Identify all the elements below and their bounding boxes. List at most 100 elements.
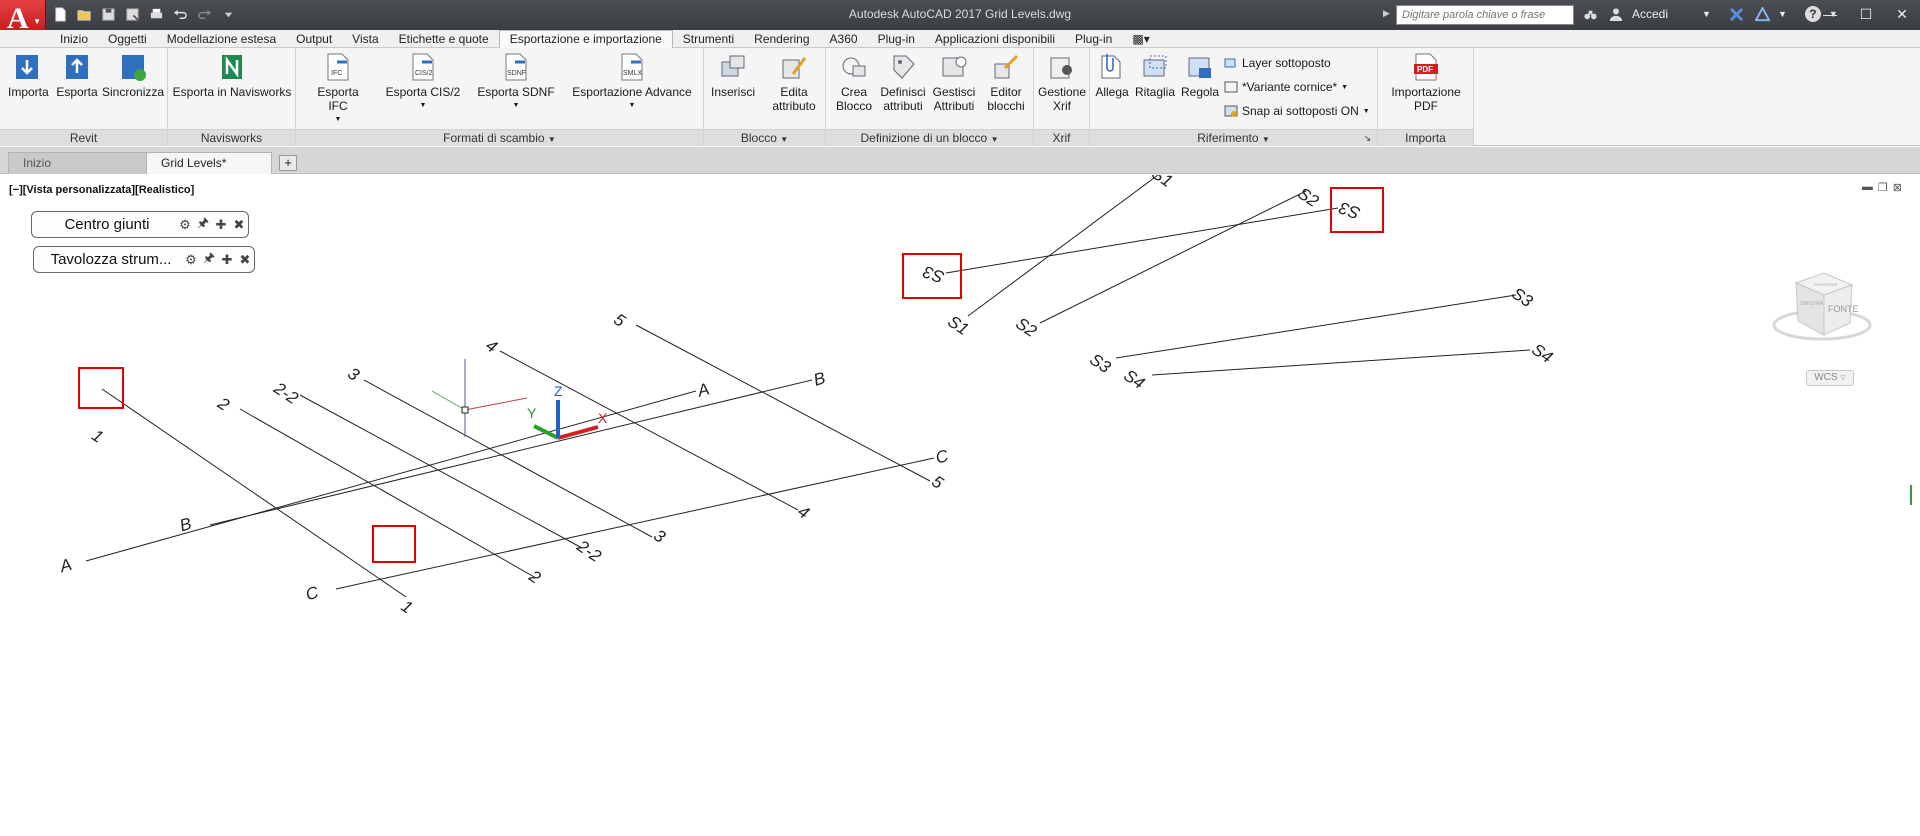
underlay-layers-button[interactable]: Layer sottoposto: [1224, 56, 1331, 70]
customize-icon[interactable]: [220, 6, 237, 23]
section-line-s4[interactable]: [1151, 349, 1531, 376]
tab-applicazioni-disponibili[interactable]: Applicazioni disponibili: [925, 31, 1065, 48]
define-attributes-button[interactable]: Definisci attributi: [880, 52, 926, 113]
maximize-icon[interactable]: ☐: [1848, 0, 1884, 28]
tab-vista[interactable]: Vista: [342, 31, 388, 48]
export-sdnf-button[interactable]: SDNF Esporta SDNF ▼: [476, 52, 556, 113]
search-input[interactable]: [1396, 5, 1574, 25]
pin-icon[interactable]: 🖈: [194, 215, 212, 234]
drawing-viewport[interactable]: X Y Z A A B B C C 1 1 2 2 2-2 2-2 3 3 4 …: [0, 175, 1920, 836]
viewport-minimize-icon[interactable]: ▬: [1862, 181, 1873, 194]
viewport-close-icon[interactable]: ⊠: [1893, 181, 1902, 194]
viewcube-front-label: FONTE: [1828, 304, 1859, 314]
frame-variant-dropdown[interactable]: *Variante cornice* ▼: [1224, 80, 1348, 94]
revit-import-button[interactable]: Importa: [8, 52, 49, 99]
wcs-menu[interactable]: WCS ▽: [1806, 370, 1854, 386]
manage-xref-button[interactable]: Gestione Xrif: [1036, 52, 1088, 113]
grid-line-3[interactable]: [363, 379, 653, 538]
create-block-button[interactable]: Crea Blocco: [832, 52, 876, 113]
insert-block-button[interactable]: Inserisci: [708, 52, 758, 99]
section-line-s3-upper[interactable]: [945, 207, 1339, 274]
section-line-s3-lower[interactable]: [1115, 294, 1517, 359]
tab-oggetti[interactable]: Oggetti: [98, 31, 157, 48]
manage-attributes-label-2: Attributi: [933, 99, 975, 113]
close-icon[interactable]: ✕: [1884, 0, 1920, 28]
new-icon[interactable]: [52, 6, 69, 23]
binoculars-icon[interactable]: [1580, 4, 1600, 24]
gear-icon[interactable]: ⚙: [176, 216, 194, 234]
undo-icon[interactable]: [172, 6, 189, 23]
minimize-icon[interactable]: —: [1812, 0, 1848, 28]
grid-label-2-start: 2: [213, 393, 233, 415]
new-tab-button[interactable]: +: [279, 155, 297, 171]
palette-centro-giunti-window[interactable]: Centro giunti ⚙ 🖈 ✚ ✖: [31, 211, 249, 238]
tab-esportazione-e-importazione[interactable]: Esportazione e importazione: [498, 30, 673, 48]
move-icon[interactable]: ✚: [218, 251, 236, 269]
tab-modellazione-estesa[interactable]: Modellazione estesa: [157, 31, 286, 48]
export-ifc-button[interactable]: IFC Esporta IFC ▼: [306, 52, 370, 127]
viewport-controls-label[interactable]: [−][Vista personalizzata][Realistico]: [9, 184, 194, 196]
panel-launcher-icon[interactable]: ↘: [1363, 130, 1371, 147]
grid-line-b[interactable]: [209, 379, 813, 526]
tab-inizio[interactable]: Inizio: [50, 31, 98, 48]
grid-line-1[interactable]: [101, 388, 407, 598]
grid-line-5[interactable]: [635, 324, 931, 482]
manage-attributes-button[interactable]: Gestisci Attributi: [930, 52, 978, 113]
export-advance-button[interactable]: SMLX Esportazione Advance ▼: [568, 52, 696, 113]
palette-tavolozza-strumenti-window[interactable]: Tavolozza strum... ⚙ 🖈 ✚ ✖: [33, 246, 255, 273]
tab-etichette-e-quote[interactable]: Etichette e quote: [389, 31, 499, 48]
grid-line-c[interactable]: [335, 457, 935, 590]
block-editor-button[interactable]: Editor blocchi: [982, 52, 1030, 113]
panel-title-definizione[interactable]: Definizione di un blocco ▼: [826, 129, 1033, 146]
pdf-import-button[interactable]: PDF Importazione PDF: [1384, 52, 1468, 113]
attach-button[interactable]: Allega: [1092, 52, 1132, 99]
clip-button[interactable]: Ritaglia: [1134, 52, 1176, 99]
section-line-s1[interactable]: [967, 175, 1159, 317]
user-icon[interactable]: [1606, 4, 1626, 24]
section-line-s2[interactable]: [1039, 190, 1307, 324]
gear-icon[interactable]: ⚙: [182, 251, 200, 269]
doc-tab-grid-levels[interactable]: Grid Levels* ✕: [146, 152, 272, 190]
pin-icon[interactable]: 🖈: [200, 250, 218, 269]
redo-icon[interactable]: [196, 6, 213, 23]
tab-plug-in-2[interactable]: Plug-in: [1065, 31, 1122, 48]
grid-line-2-2[interactable]: [299, 394, 583, 549]
panel-title-blocco[interactable]: Blocco ▼: [704, 129, 825, 146]
adjust-button[interactable]: Regola: [1178, 52, 1222, 99]
revit-export-label: Esporta: [56, 85, 98, 99]
panel-title-formati[interactable]: Formati di scambio ▼: [296, 129, 703, 146]
signin-dropdown-icon[interactable]: ▼: [1702, 9, 1714, 19]
a360-dropdown-icon[interactable]: ▼: [1778, 9, 1787, 19]
close-icon[interactable]: ✖: [236, 251, 254, 269]
create-block-label: Crea: [840, 85, 867, 99]
tab-rendering[interactable]: Rendering: [744, 31, 819, 48]
print-icon[interactable]: [148, 6, 165, 23]
a360-icon[interactable]: [1752, 4, 1772, 24]
grid-label-a-start: A: [57, 555, 74, 577]
save-icon[interactable]: [100, 6, 117, 23]
viewcube[interactable]: FONTE SINISTRA SUPERIORE: [1760, 245, 1880, 365]
ribbon-display-toggle-icon[interactable]: ▩▾: [1122, 31, 1159, 48]
panel-title-riferimento[interactable]: Riferimento ▼ ↘: [1090, 129, 1377, 146]
export-navisworks-button[interactable]: Esporta in Navisworks: [172, 52, 292, 99]
snap-underlays-dropdown[interactable]: Snap ai sottoposti ON ▼: [1224, 104, 1370, 118]
edit-attribute-button[interactable]: Edita attributo: [766, 52, 822, 113]
tab-strumenti[interactable]: Strumenti: [673, 31, 744, 48]
search-expand-icon[interactable]: ▶: [1383, 8, 1393, 20]
revit-export-button[interactable]: Esporta: [56, 52, 98, 99]
tab-plug-in[interactable]: Plug-in: [868, 31, 925, 48]
viewport-restore-icon[interactable]: ❐: [1878, 181, 1888, 194]
document-tabs: Inizio Grid Levels* ✕ +: [0, 147, 1920, 190]
revit-sync-button[interactable]: Sincronizza: [102, 52, 164, 99]
exchange-apps-icon[interactable]: [1726, 4, 1746, 24]
saveas-icon[interactable]: [124, 6, 141, 23]
highlight-box-1: [78, 367, 124, 409]
signin-link[interactable]: Accedi: [1632, 7, 1696, 21]
doc-tab-inizio[interactable]: Inizio: [8, 152, 148, 174]
export-cis2-button[interactable]: CIS/2 Esporta CIS/2 ▼: [384, 52, 462, 113]
tab-output[interactable]: Output: [286, 31, 342, 48]
open-icon[interactable]: [76, 6, 93, 23]
tab-a360[interactable]: A360: [820, 31, 868, 48]
move-icon[interactable]: ✚: [212, 216, 230, 234]
close-icon[interactable]: ✖: [230, 216, 248, 234]
